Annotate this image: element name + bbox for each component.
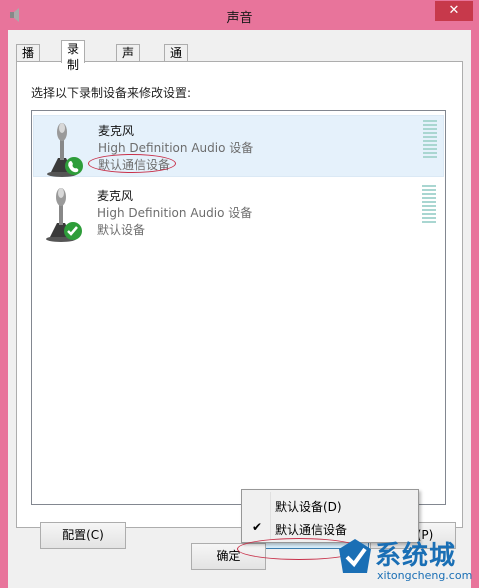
device-status: 默认设备 bbox=[97, 223, 146, 237]
window-title: 声音 bbox=[226, 11, 253, 26]
device-name: 麦克风 bbox=[98, 124, 135, 138]
configure-button[interactable]: 配置(C) bbox=[40, 522, 126, 549]
check-icon: ✔ bbox=[252, 520, 263, 534]
device-name: 麦克风 bbox=[97, 189, 134, 203]
menu-item-default-device[interactable]: 默认设备(D) bbox=[242, 494, 418, 516]
instruction-text: 选择以下录制设备来修改设置: bbox=[31, 86, 192, 100]
title-bar[interactable]: 声音 ✕ bbox=[0, 0, 479, 30]
watermark-url: xitongcheng.com bbox=[377, 569, 473, 582]
level-meter bbox=[422, 185, 436, 225]
microphone-icon bbox=[47, 123, 83, 177]
menu-item-label: 默认设备(D) bbox=[275, 500, 342, 514]
tab-communications[interactable]: 通信 bbox=[164, 44, 189, 76]
device-list[interactable]: 麦克风 High Definition Audio 设备 默认通信设备 麦克风 … bbox=[31, 110, 446, 505]
close-button[interactable]: ✕ bbox=[435, 1, 473, 21]
logo-icon bbox=[339, 539, 371, 573]
highlight-annotation bbox=[88, 154, 176, 173]
tab-sounds[interactable]: 声音 bbox=[116, 44, 141, 76]
device-description: High Definition Audio 设备 bbox=[97, 206, 253, 220]
list-item[interactable]: 麦克风 High Definition Audio 设备 默认通信设备 bbox=[33, 115, 444, 177]
level-meter bbox=[423, 120, 437, 160]
phone-badge-icon bbox=[65, 157, 83, 175]
watermark-logo: 系统城 xitongcheng.com bbox=[335, 535, 475, 587]
list-item[interactable]: 麦克风 High Definition Audio 设备 默认设备 bbox=[33, 181, 444, 243]
recording-panel: 选择以下录制设备来修改设置: 麦克风 High Definition Audio… bbox=[16, 61, 463, 549]
tab-playback[interactable]: 播放 bbox=[16, 44, 41, 76]
tab-recording[interactable]: 录制 bbox=[61, 40, 86, 72]
checkmark-badge-icon bbox=[64, 222, 82, 240]
microphone-icon bbox=[46, 188, 82, 242]
watermark-brand: 系统城 bbox=[375, 541, 457, 571]
